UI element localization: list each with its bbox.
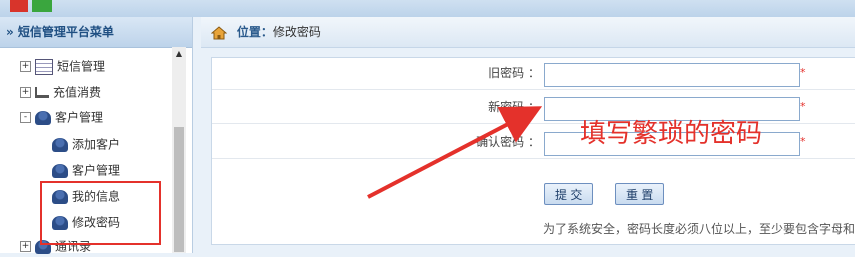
scrollbar-thumb[interactable] xyxy=(174,127,184,252)
required-mark: * xyxy=(800,135,806,148)
breadcrumb-current: 修改密码 xyxy=(272,25,321,39)
old-password-label: 旧密码 ： xyxy=(488,66,540,80)
sidebar-item-add-customer[interactable]: 添加客户 xyxy=(52,134,120,154)
sidebar-title: » 短信管理平台菜单 xyxy=(0,17,192,48)
confirm-password-label: 确认密码 ： xyxy=(476,135,540,149)
home-icon xyxy=(211,25,227,39)
expand-toggle[interactable]: + xyxy=(20,241,31,252)
password-rule-note: 为了系统安全，密码长度必须八位以上，至少要包含字母和 xyxy=(543,222,855,236)
users-icon xyxy=(35,110,51,125)
grid-icon xyxy=(35,58,53,75)
sidebar-item-recharge[interactable]: + 充值消费 xyxy=(20,82,101,102)
submit-button[interactable]: 提 交 xyxy=(544,183,594,205)
user-icon xyxy=(52,137,68,152)
reset-button[interactable]: 重 置 xyxy=(615,183,665,205)
user-icon xyxy=(52,163,68,178)
expand-toggle[interactable]: + xyxy=(20,61,31,72)
annotation-text: 填写繁琐的密码 xyxy=(580,119,763,149)
breadcrumb: 位置：修改密码 xyxy=(201,17,855,48)
sidebar-item-customers[interactable]: - 客户管理 xyxy=(20,107,103,127)
new-password-label: 新密码 ： xyxy=(488,100,540,114)
sidebar-item-sms[interactable]: + 短信管理 xyxy=(20,56,105,76)
cart-icon xyxy=(35,87,49,98)
old-password-input[interactable] xyxy=(544,63,800,87)
required-mark: * xyxy=(800,66,806,79)
sidebar-scrollbar[interactable]: ▲ xyxy=(172,47,186,253)
logo xyxy=(10,0,56,14)
password-form: 旧密码 ： * 新密码 ： * 确认密码 ： * 提 交 重 置 为了系统安全，… xyxy=(211,57,855,245)
breadcrumb-prefix: 位置： xyxy=(236,25,273,39)
expand-toggle[interactable]: + xyxy=(20,87,31,98)
top-banner xyxy=(0,0,855,17)
sidebar-item-manage-customers[interactable]: 客户管理 xyxy=(52,160,120,180)
scroll-up-arrow-icon[interactable]: ▲ xyxy=(172,47,186,61)
collapse-toggle[interactable]: - xyxy=(20,112,31,123)
required-mark: * xyxy=(800,100,806,113)
highlight-box xyxy=(40,181,161,245)
old-password-row: 旧密码 ： * xyxy=(212,58,855,90)
